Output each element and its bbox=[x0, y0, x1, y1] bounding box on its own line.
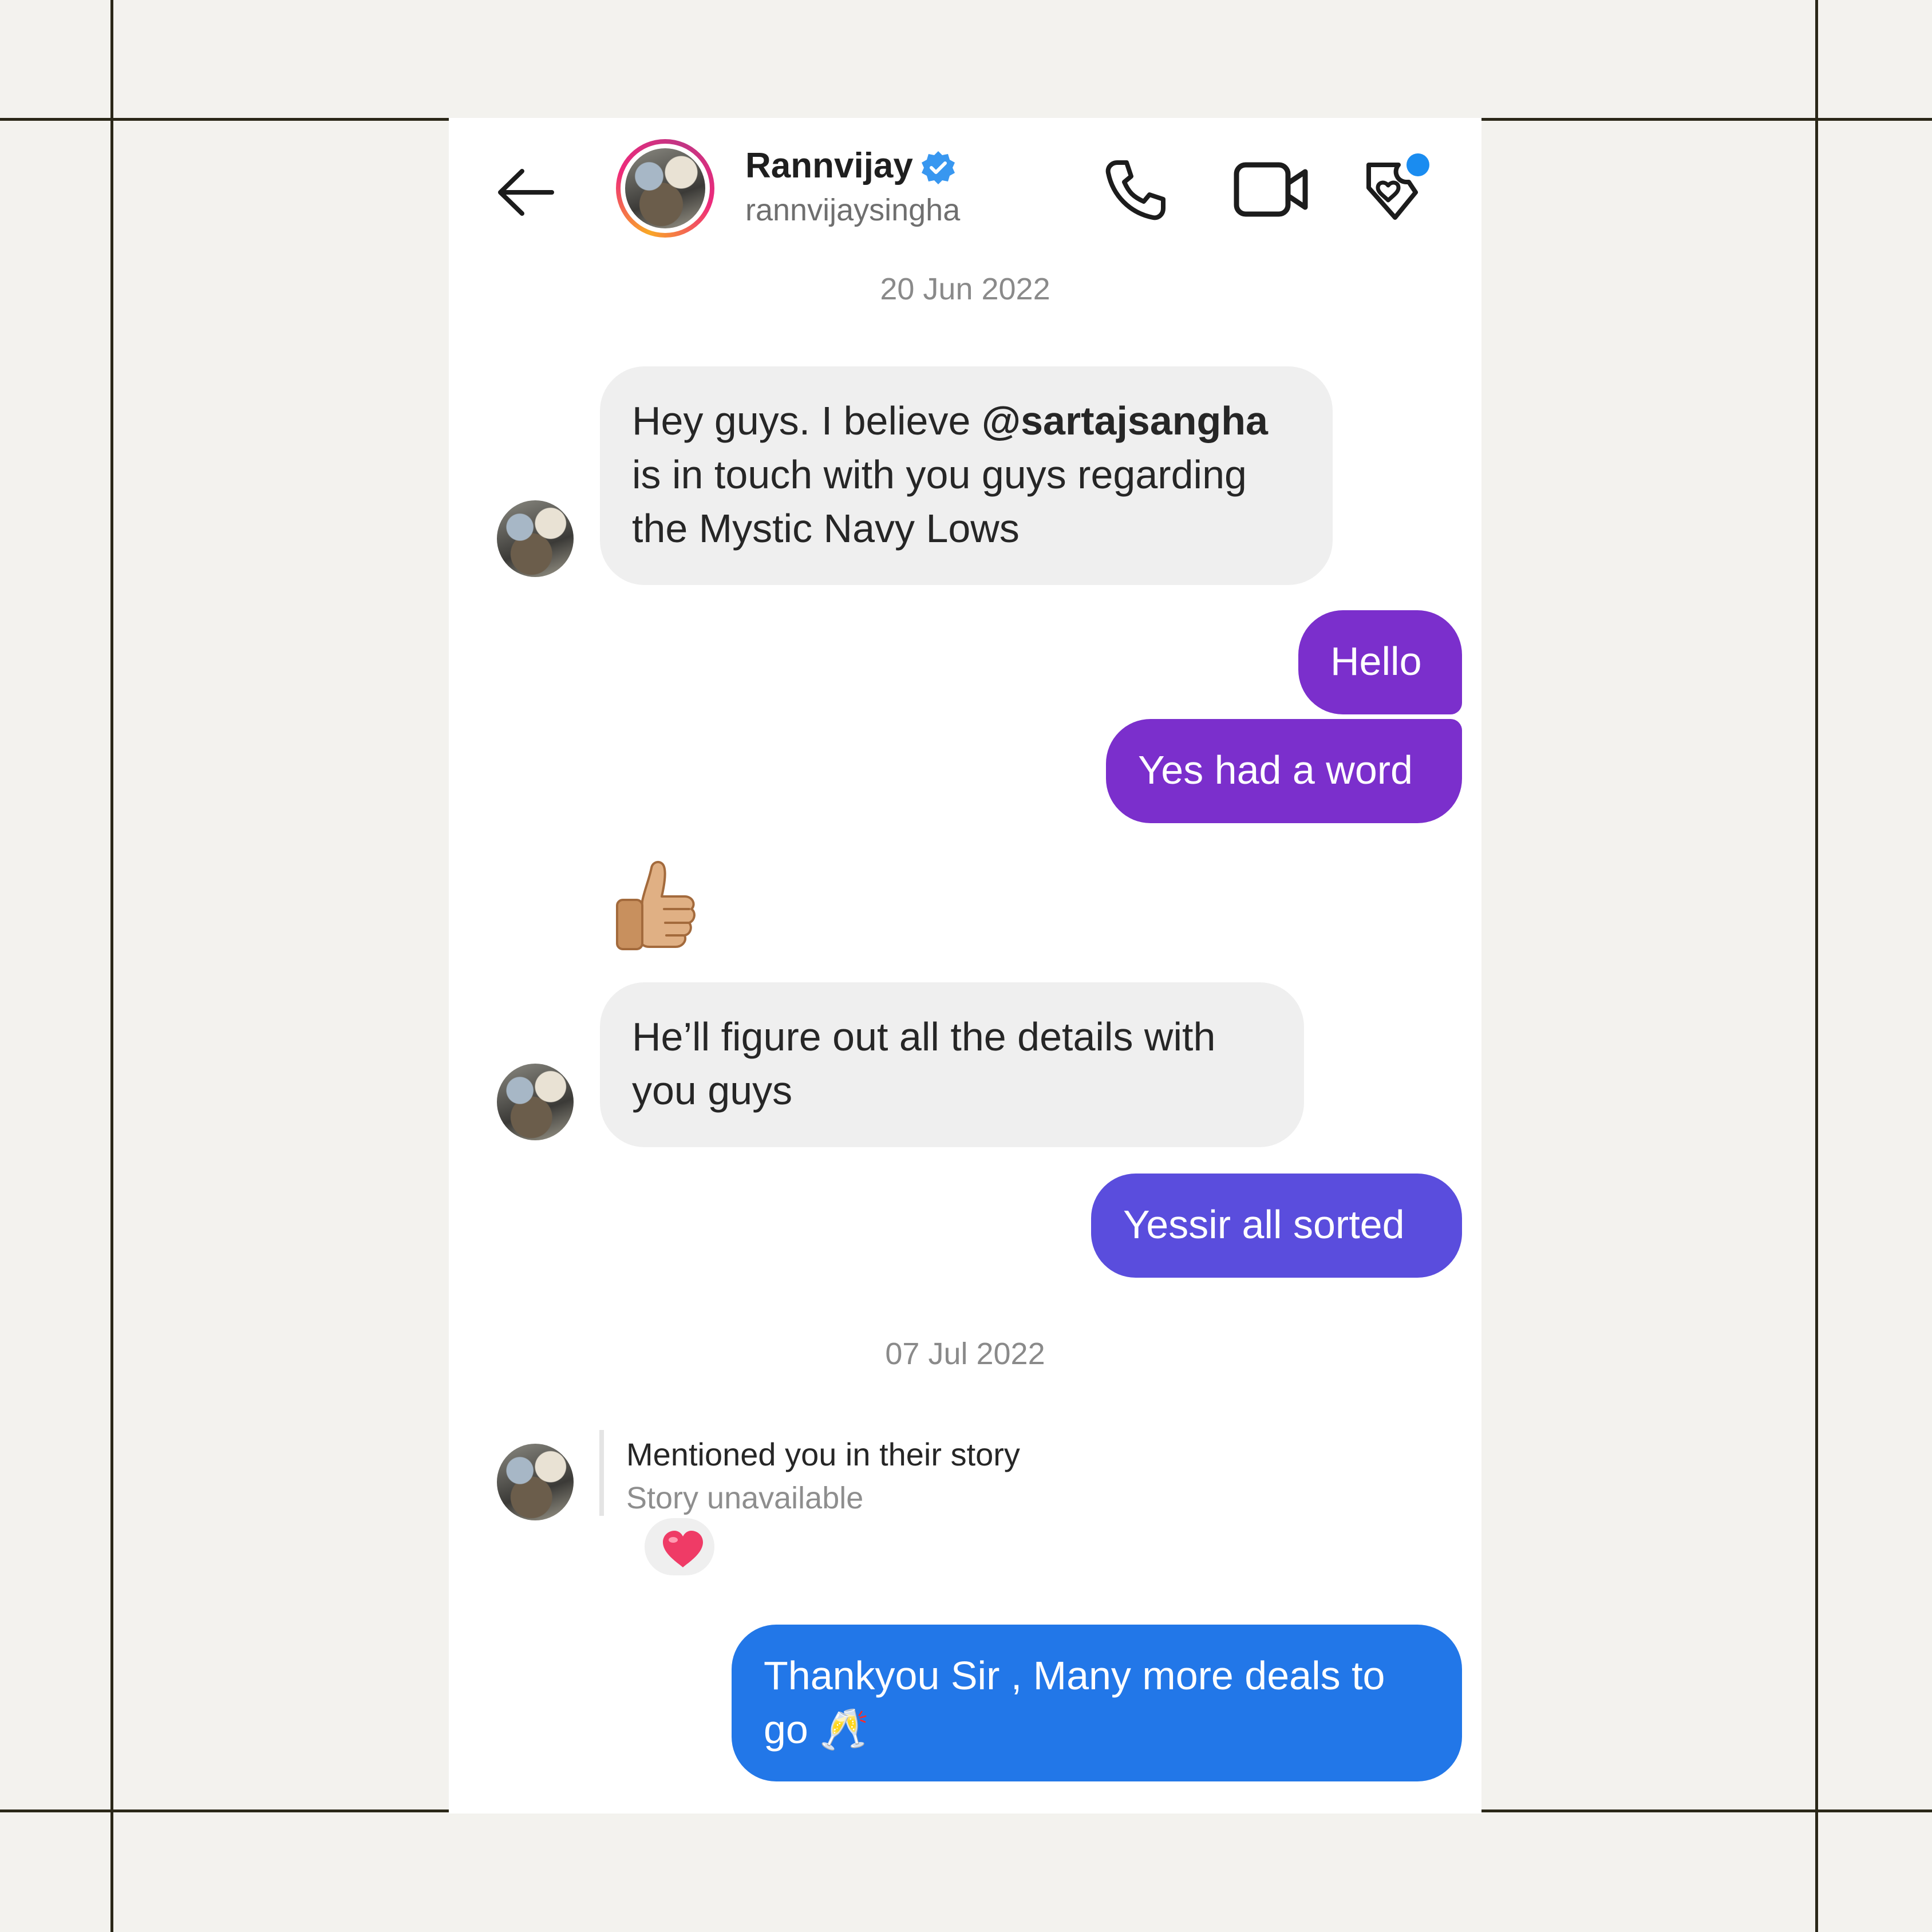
message-text: Hello bbox=[1330, 639, 1422, 683]
message-text: Yes had a word bbox=[1138, 748, 1413, 792]
video-camera-icon bbox=[1234, 162, 1308, 217]
message-text: Hey guys. I believe bbox=[632, 398, 982, 443]
contact-name[interactable]: Rannvijay bbox=[745, 145, 913, 186]
frame-line-right bbox=[1815, 0, 1818, 1932]
profile-avatar[interactable] bbox=[616, 139, 714, 238]
outgoing-message[interactable]: Yes had a word bbox=[1106, 719, 1462, 823]
outgoing-message[interactable]: Thankyou Sir , Many more deals to go 🥂 bbox=[732, 1625, 1462, 1781]
notification-dot bbox=[1406, 153, 1429, 176]
verified-badge-icon bbox=[922, 151, 955, 184]
heart-reaction-icon bbox=[663, 1531, 703, 1567]
back-arrow-icon bbox=[498, 169, 554, 216]
story-status: Story unavailable bbox=[626, 1481, 864, 1515]
heart-tag-icon bbox=[1366, 153, 1429, 220]
outgoing-message[interactable]: Yessir all sorted bbox=[1091, 1174, 1462, 1278]
message-text: is in touch with you guys regarding the … bbox=[632, 452, 1247, 551]
date-separator: 20 Jun 2022 bbox=[880, 272, 1050, 306]
sender-avatar[interactable] bbox=[497, 1444, 574, 1520]
message-text: Thankyou Sir , Many more deals to go 🥂 bbox=[764, 1653, 1385, 1752]
incoming-message[interactable]: He’ll figure out all the details with yo… bbox=[600, 982, 1304, 1147]
video-call-button[interactable] bbox=[1233, 158, 1311, 221]
frame-line-left bbox=[110, 0, 113, 1932]
contact-handle: rannvijaysingha bbox=[745, 193, 961, 227]
sender-avatar[interactable] bbox=[497, 500, 574, 577]
incoming-message[interactable]: Hey guys. I believe @sartajsangha is in … bbox=[600, 366, 1333, 585]
heart-tag-button[interactable] bbox=[1363, 152, 1437, 227]
chat-screen: Rannvijay rannvijaysingha 20 Jun 2022 He… bbox=[449, 118, 1481, 1814]
avatar-photo bbox=[625, 148, 705, 228]
phone-call-icon bbox=[1105, 160, 1165, 220]
sender-avatar[interactable] bbox=[497, 1064, 574, 1140]
reaction-badge[interactable] bbox=[641, 1515, 718, 1579]
message-text: Yessir all sorted bbox=[1123, 1202, 1405, 1247]
outgoing-message[interactable]: Hello bbox=[1298, 610, 1462, 714]
voice-call-button[interactable] bbox=[1100, 156, 1169, 224]
mention-link[interactable]: @sartajsangha bbox=[982, 398, 1268, 443]
thumbs-up-emoji[interactable] bbox=[609, 856, 701, 954]
date-separator: 07 Jul 2022 bbox=[885, 1337, 1045, 1371]
message-text: He’ll figure out all the details with yo… bbox=[632, 1014, 1216, 1113]
back-button[interactable] bbox=[493, 167, 556, 218]
story-mention-title[interactable]: Mentioned you in their story bbox=[626, 1436, 1020, 1473]
story-reply-bar bbox=[599, 1430, 604, 1516]
